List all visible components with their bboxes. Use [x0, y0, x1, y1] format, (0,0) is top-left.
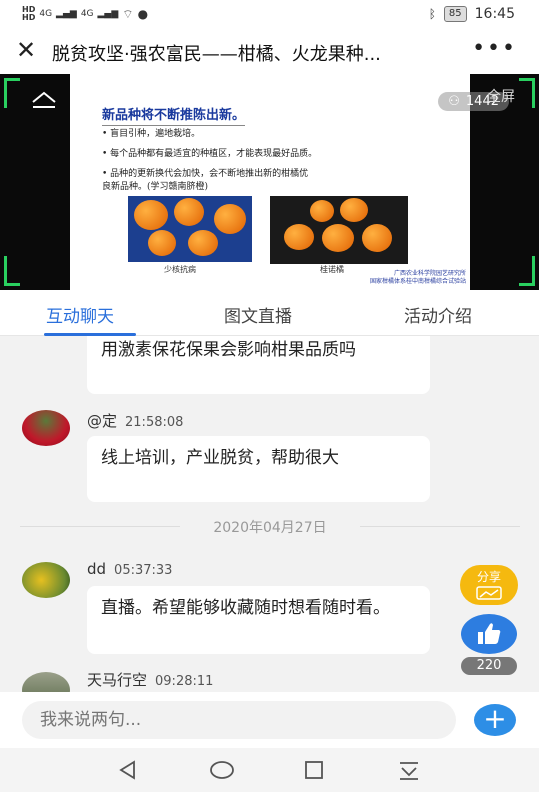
message-meta: dd 05:37:33	[87, 560, 172, 578]
slide-title: 新品种将不断推陈出新。	[102, 104, 246, 126]
signal-icon-2: ▂▄▆	[97, 9, 119, 19]
network-status: HD HD 4G ▂▄▆ 4G ▂▄▆ ⌔ ●	[22, 6, 148, 22]
clock: 16:45	[474, 6, 515, 22]
slide-bullet: • 每个品种都有最适宜的种植区，才能表现最好品质。	[102, 149, 318, 159]
add-button[interactable]: +	[474, 704, 516, 736]
slide-bullet: • 盲目引种，遍地栽培。	[102, 129, 201, 139]
slide-footer: 广西农业科学院园艺研究所 国家柑橘体系桂中南柑橘综合试验站	[370, 270, 466, 286]
network-a-label: 4G	[39, 9, 53, 19]
avatar[interactable]	[22, 562, 70, 598]
message-meta: @定 21:58:08	[87, 410, 183, 431]
slide-bullet: • 品种的更新换代会加快，会不断地推出新的柑橘优	[102, 169, 309, 179]
frame-corner	[4, 78, 20, 108]
avatar[interactable]	[22, 672, 70, 692]
recents-icon[interactable]	[302, 758, 326, 782]
message-time: 21:58:08	[125, 415, 184, 430]
person-icon: ⚇	[448, 94, 460, 109]
comment-bar: +	[0, 692, 539, 748]
hd-icon: HD HD	[22, 5, 36, 22]
home-icon[interactable]	[208, 758, 236, 782]
message-bubble: 用激素保花保果会影响柑果品质吗	[87, 336, 430, 394]
thumbs-up-icon	[478, 623, 501, 644]
system-nav-bar	[0, 748, 539, 792]
more-icon[interactable]: •••	[472, 36, 517, 61]
title-bar: ✕ 脱贫攻坚·强农富民——柑橘、火龙果种... •••	[0, 30, 539, 74]
tab-graphic-live[interactable]: 图文直播	[224, 302, 292, 327]
user-name: 天马行空	[87, 671, 148, 689]
slide-footer-line2: 国家柑橘体系桂中南柑橘综合试验站	[369, 278, 466, 285]
orange-photo-right	[270, 196, 408, 264]
date-separator: 2020年04月27日	[20, 517, 520, 537]
like-count: 220	[461, 657, 517, 675]
signal-icon: ▂▄▆	[56, 9, 77, 19]
share-label: 分享	[476, 570, 501, 584]
slide-footer-line1: 广西农业科学院园艺研究所	[393, 270, 466, 277]
wifi-icon: ⌔	[122, 6, 134, 21]
user-name: @定	[87, 412, 118, 430]
frame-corner	[4, 256, 20, 286]
status-bar: HD HD 4G ▂▄▆ 4G ▂▄▆ ⌔ ● ᛒ 85 16:45	[0, 0, 539, 30]
comment-input[interactable]	[22, 701, 456, 739]
frame-corner	[519, 256, 535, 286]
share-icon	[476, 586, 502, 600]
close-icon[interactable]: ✕	[16, 36, 36, 64]
tab-bar: 互动聊天 图文直播 活动介绍	[0, 290, 539, 336]
notification-pulldown-icon[interactable]	[396, 758, 422, 782]
message-bubble: 线上培训，产业脱贫，帮助很大	[87, 436, 430, 502]
tab-event-intro[interactable]: 活动介绍	[404, 302, 472, 327]
presentation-slide: 新品种将不断推陈出新。 • 盲目引种，遍地栽培。 • 每个品种都有最适宜的种植区…	[70, 74, 470, 290]
share-button[interactable]: 分享	[460, 565, 518, 605]
frame-corner	[519, 78, 535, 108]
user-name: dd	[87, 560, 107, 578]
battery-level: 85	[443, 6, 467, 22]
message-meta: 天马行空 09:28:11	[87, 669, 213, 690]
system-status: ᛒ 85 16:45	[429, 6, 515, 22]
page-title: 脱贫攻坚·强农富民——柑橘、火龙果种...	[52, 44, 381, 65]
like-button[interactable]	[461, 614, 517, 654]
orange-photo-left	[128, 196, 252, 262]
avatar[interactable]	[22, 410, 70, 446]
photo-caption-right: 桂诺橘	[320, 265, 344, 274]
minimize-icon[interactable]	[30, 90, 58, 110]
plus-icon: +	[483, 702, 507, 735]
network-b-label: 4G	[80, 9, 94, 19]
tab-interactive-chat[interactable]: 互动聊天	[46, 302, 114, 327]
back-icon[interactable]	[116, 758, 140, 782]
chat-bubble-icon: ●	[137, 7, 149, 21]
message-bubble: 直播。希望能够收藏随时想看随时看。	[87, 586, 430, 654]
chat-feed[interactable]: 用激素保花保果会影响柑果品质吗 @定 21:58:08 线上培训，产业脱贫，帮助很…	[0, 336, 539, 692]
message-time: 09:28:11	[155, 674, 214, 689]
message-time: 05:37:33	[114, 563, 173, 578]
slide-bullet: 良新品种。(学习赣南脐橙)	[102, 182, 209, 192]
bluetooth-icon: ᛒ	[428, 7, 436, 21]
photo-caption-left: 少核抗病	[164, 265, 196, 274]
video-player[interactable]: 新品种将不断推陈出新。 • 盲目引种，遍地栽培。 • 每个品种都有最适宜的种植区…	[0, 74, 539, 290]
fullscreen-button[interactable]: 全屏	[487, 86, 515, 106]
